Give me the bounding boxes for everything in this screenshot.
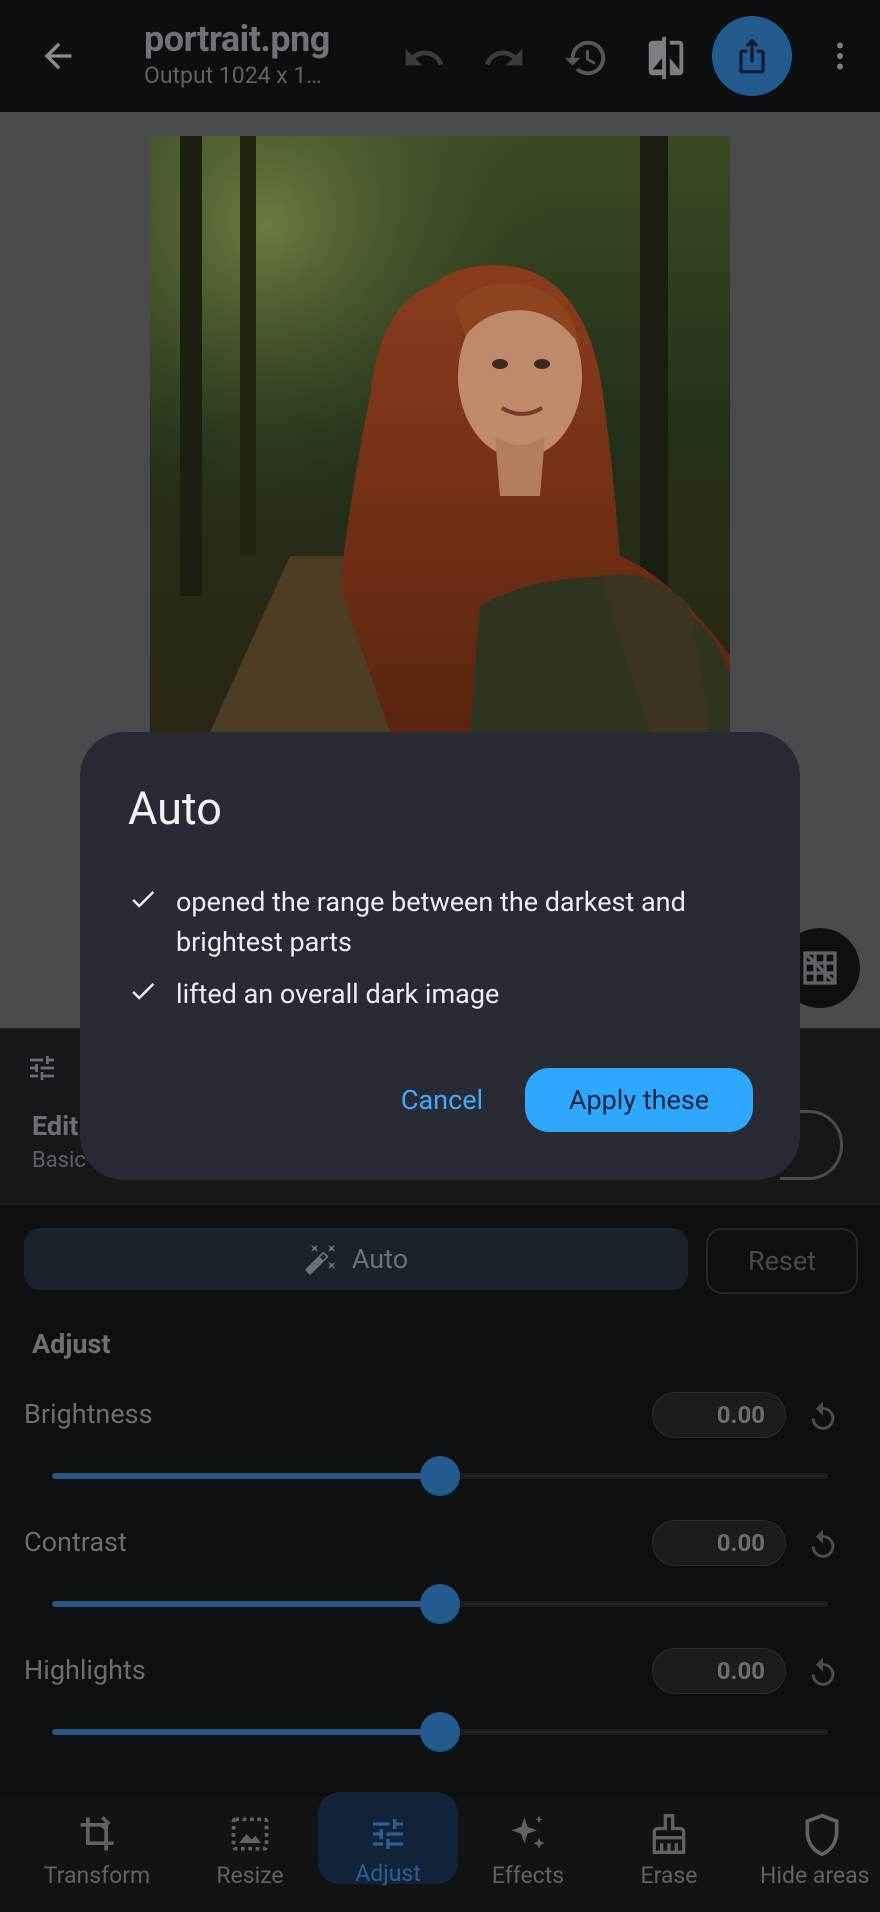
nav-erase[interactable]: Erase [610,1800,728,1900]
brightness-reset-icon[interactable] [806,1400,840,1434]
nav-effects-label: Effects [491,1861,565,1889]
back-button[interactable] [28,26,88,86]
grid-off-icon [803,951,837,985]
highlights-track-fill [52,1729,440,1735]
nav-resize-label: Resize [216,1861,284,1889]
back-arrow-icon [44,42,72,70]
dialog-item-1: opened the range between the darkest and… [176,886,686,958]
output-size-subtitle: Output 1024 x 1… [144,62,322,89]
dialog-item-2: lifted an overall dark image [176,978,500,1010]
contrast-reset-icon[interactable] [806,1528,840,1562]
more-options-button[interactable] [816,30,864,82]
basic-label: Basic [32,1148,86,1173]
resize-icon [231,1817,269,1850]
contrast-slider-thumb[interactable] [420,1584,460,1624]
tune-icon [26,1052,58,1088]
adjust-heading: Adjust [32,1328,111,1360]
compare-icon [648,36,684,80]
redo-icon [484,48,523,66]
portrait-photo[interactable] [150,136,730,732]
brightness-track-fill [52,1473,440,1479]
brightness-label: Brightness [24,1398,153,1430]
check-icon [128,976,158,1006]
highlights-reset-icon[interactable] [806,1656,840,1690]
highlights-label: Highlights [24,1654,146,1686]
share-button[interactable] [712,16,792,96]
erase-icon [652,1813,686,1854]
nav-hide-areas-label: Hide areas [760,1861,870,1889]
redo-button[interactable] [476,30,532,86]
highlights-slider-thumb[interactable] [420,1712,460,1752]
nav-adjust[interactable]: Adjust [318,1800,458,1900]
highlights-value-field[interactable]: 0.00 [652,1648,786,1694]
share-icon [739,38,765,74]
nav-erase-label: Erase [640,1861,698,1889]
magic-wand-icon [305,1244,335,1275]
nav-hide-areas[interactable]: Hide areas [760,1800,880,1900]
undo-icon [405,48,444,66]
contrast-track-fill [52,1601,440,1607]
more-vert-icon [837,42,843,70]
brightness-value-field[interactable]: 0.00 [652,1392,786,1438]
auto-button[interactable]: Auto [24,1228,688,1290]
nav-transform[interactable]: Transform [34,1800,160,1900]
adjust-icon [373,1818,403,1849]
transform-icon [80,1815,114,1850]
nav-transform-label: Transform [43,1861,151,1889]
contrast-label: Contrast [24,1526,127,1558]
nav-resize[interactable]: Resize [190,1800,310,1900]
apply-these-button[interactable]: Apply these [525,1068,753,1132]
nav-adjust-label: Adjust [355,1859,421,1887]
auto-button-label: Auto [351,1243,409,1275]
history-icon [564,40,606,76]
file-title: portrait.png [144,18,330,60]
compare-button[interactable] [636,28,696,88]
cancel-button[interactable]: Cancel [388,1068,496,1132]
contrast-value-field[interactable]: 0.00 [652,1520,786,1566]
dialog-title: Auto [128,782,222,835]
shield-icon [805,1813,839,1856]
history-button[interactable] [556,28,616,88]
undo-button[interactable] [396,30,452,86]
reset-button[interactable]: Reset [706,1228,858,1294]
effects-icon [511,1815,545,1849]
edit-label: Edit [32,1110,79,1142]
check-icon [128,884,158,914]
nav-effects[interactable]: Effects [470,1800,586,1900]
brightness-slider-thumb[interactable] [420,1456,460,1496]
